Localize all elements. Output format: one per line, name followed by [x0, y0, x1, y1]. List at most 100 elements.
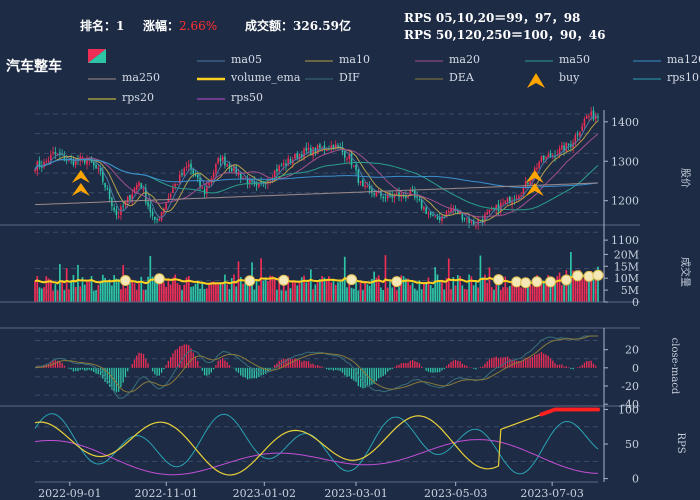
y-tick-label: 1200 [611, 195, 639, 208]
legend-label: ma20 [449, 53, 480, 66]
rps20-line [34, 408, 598, 476]
candle-body [149, 204, 152, 213]
candle-body [434, 216, 436, 218]
legend-line-icon [197, 60, 225, 62]
volume-bar [95, 289, 97, 302]
candle-body [95, 164, 97, 169]
volume-signal-dot [531, 276, 543, 288]
x-tick-label: 2022-09-01 [38, 487, 101, 500]
y-tick-label: 100 [618, 403, 639, 416]
volume-bar [466, 289, 468, 302]
volume-bar [522, 288, 525, 302]
price-candle [183, 166, 186, 177]
price-candle [423, 205, 425, 212]
price-candle [468, 213, 470, 229]
candle-body [520, 195, 522, 197]
price-candle [246, 174, 249, 189]
candle-body [176, 183, 179, 185]
volume-bar [341, 280, 344, 302]
dif-line [34, 335, 598, 399]
volume-bar [416, 290, 418, 302]
volume-bar [420, 289, 423, 302]
volume-bar [52, 290, 54, 302]
y-axis-title: 股价 [679, 168, 691, 188]
volume-bar [346, 287, 348, 302]
volume-signal-dot [493, 274, 505, 286]
legend-label: rps20 [122, 91, 154, 104]
price-candle [382, 195, 384, 203]
volume-bar [49, 279, 52, 302]
candle-body [350, 153, 353, 166]
y-tick-label: 15M [614, 260, 639, 273]
candle-body [108, 189, 111, 199]
volume-bar [409, 285, 412, 302]
price-candle [359, 181, 362, 186]
volume-signal-dot [278, 274, 290, 286]
candle-body [590, 111, 593, 116]
legend-line-icon [197, 98, 225, 100]
price-candle [371, 184, 373, 198]
legend-line-icon [88, 78, 116, 80]
volume-bar [585, 278, 588, 302]
candle-body [113, 207, 115, 211]
candle-body [475, 225, 477, 227]
volume-bar [291, 280, 294, 302]
volume-bar [486, 282, 489, 302]
candle-body [594, 116, 597, 120]
candle-body [305, 147, 308, 151]
volume-bar [588, 278, 590, 302]
volume-signal-dot [153, 273, 165, 285]
legend-line-icon [197, 77, 225, 81]
price-candle [305, 142, 308, 154]
volume-bar [373, 271, 376, 302]
volume-bar [454, 285, 457, 302]
legend-label: buy [559, 71, 580, 84]
legend-line-icon [415, 78, 443, 80]
candle-body [382, 196, 384, 199]
volume-bar [391, 287, 394, 302]
candle-body [353, 165, 355, 167]
candle-body [538, 162, 541, 169]
volume-bar [563, 282, 565, 302]
legend-label: DIF [339, 71, 360, 84]
candle-body [298, 154, 301, 160]
price-candle [576, 130, 579, 141]
price-candle [149, 200, 152, 218]
candle-body [219, 157, 222, 162]
volume-bar [196, 282, 199, 302]
price-candle [330, 140, 332, 154]
candle-body [185, 166, 188, 168]
volume-bar [540, 283, 543, 302]
volume-bar [307, 280, 310, 302]
candle-body [364, 185, 366, 188]
price-candle [515, 194, 518, 203]
volume-bar [267, 281, 269, 302]
candle-body [154, 216, 156, 220]
legend-line-icon [88, 98, 116, 100]
candle-body [432, 214, 434, 216]
price-candle [230, 165, 233, 174]
price-candle [466, 217, 468, 224]
volume-bar [436, 274, 439, 302]
volume-bar [257, 285, 260, 302]
volume-bar [382, 290, 385, 302]
volume-bar [190, 286, 192, 302]
price-candle [346, 156, 348, 163]
price-candle [131, 189, 134, 206]
buy-signal-marker [71, 170, 90, 183]
volume-bar [99, 282, 102, 302]
price-candle [427, 210, 430, 219]
candle-body [488, 209, 491, 212]
volume-bar [92, 290, 95, 302]
candle-body [597, 116, 599, 118]
price-candle [348, 150, 351, 165]
volume-bar [296, 285, 299, 302]
volume-bar [581, 279, 584, 302]
volume-bar [233, 274, 235, 302]
change-value: 2.66% [179, 19, 218, 33]
volume-bar [407, 278, 409, 302]
volume-bar [280, 290, 283, 302]
price-candle [414, 186, 416, 201]
volume-bar [97, 284, 100, 302]
candle-body [199, 177, 201, 187]
